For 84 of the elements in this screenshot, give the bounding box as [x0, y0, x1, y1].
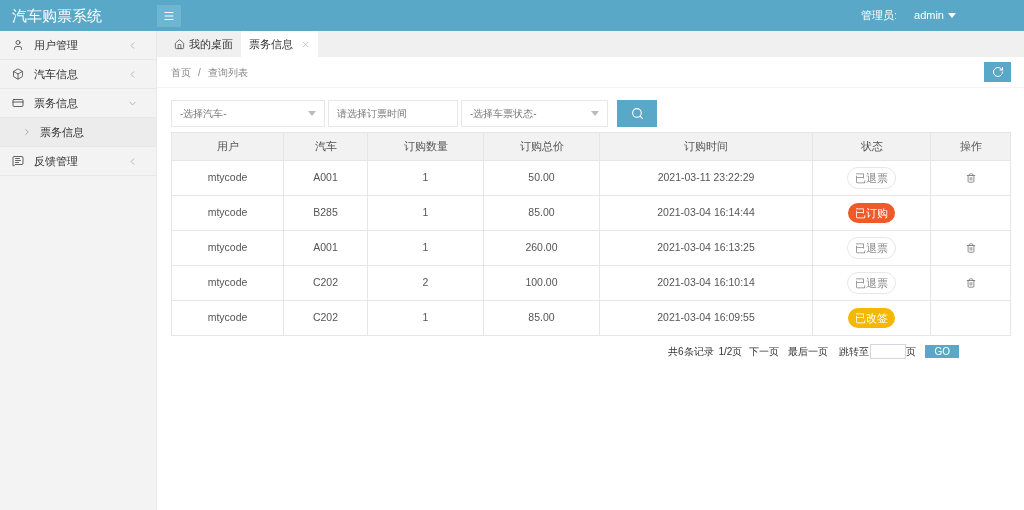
tab[interactable]: 票务信息	[241, 31, 318, 57]
user-icon	[12, 39, 24, 51]
table-cell: mtycode	[171, 300, 284, 336]
breadcrumb-text[interactable]: 首页	[171, 64, 191, 80]
table-cell: 1	[367, 230, 484, 266]
table-cell: C202	[283, 300, 368, 336]
table-cell: 2021-03-04 16:14:44	[599, 195, 813, 231]
menu-toggle-button[interactable]	[157, 4, 181, 27]
column-header: 订购时间	[599, 132, 813, 161]
close-icon[interactable]	[301, 39, 310, 49]
app-title: 汽车购票系统	[12, 6, 102, 24]
last-page-link[interactable]: 最后一页	[788, 344, 829, 359]
caret-icon	[591, 111, 599, 116]
column-header: 操作	[930, 132, 1011, 161]
sidebar-subitem[interactable]: 票务信息	[0, 118, 156, 147]
status-badge: 已改签	[848, 307, 895, 329]
page-unit: 页	[906, 345, 917, 359]
table-cell: 100.00	[483, 265, 600, 301]
status-badge: 已退票	[847, 236, 896, 260]
tab[interactable]: 我的桌面	[166, 31, 241, 57]
refresh-icon	[991, 66, 1004, 78]
column-header: 用户	[171, 132, 284, 161]
sidebar-item[interactable]: 用户管理	[0, 31, 156, 60]
next-page-link[interactable]: 下一页	[749, 344, 780, 359]
chevron-icon	[22, 127, 32, 137]
caret-icon	[948, 13, 956, 18]
table-cell: B285	[283, 195, 368, 231]
refresh-button[interactable]	[984, 62, 1011, 82]
page-indicator: 1/2页	[718, 345, 743, 359]
card-icon	[12, 97, 24, 109]
feedback-icon	[12, 155, 24, 167]
table-cell: C202	[283, 265, 368, 301]
sidebar-label: 汽车信息	[34, 66, 79, 82]
jump-label: 跳转至	[839, 345, 870, 359]
tab-label: 票务信息	[249, 36, 293, 52]
column-header: 订购总价	[483, 132, 600, 161]
table-cell: A001	[283, 160, 368, 196]
column-header: 订购数量	[367, 132, 484, 161]
breadcrumb-text: /	[198, 65, 201, 80]
sidebar-label: 用户管理	[34, 37, 79, 53]
sidebar-label: 反馈管理	[34, 153, 79, 169]
table-cell: 1	[367, 195, 484, 231]
caret-icon	[308, 111, 316, 116]
breadcrumb-text: 查询列表	[207, 65, 248, 80]
table-cell: 85.00	[483, 300, 600, 336]
cube-icon	[12, 68, 24, 80]
status-select[interactable]: -选择车票状态-	[461, 100, 608, 127]
search-button[interactable]	[617, 100, 657, 127]
table-cell: 260.00	[483, 230, 600, 266]
delete-icon[interactable]	[965, 278, 976, 289]
table-cell: 2021-03-11 23:22:29	[599, 160, 813, 196]
sidebar-item[interactable]: 反馈管理	[0, 147, 156, 176]
table-cell: 85.00	[483, 195, 600, 231]
column-header: 汽车	[283, 132, 368, 161]
delete-icon[interactable]	[965, 173, 976, 184]
table-cell: mtycode	[171, 160, 284, 196]
record-count: 共6条记录	[667, 345, 714, 359]
sidebar-label: 票务信息	[34, 95, 79, 111]
sidebar-item[interactable]: 汽车信息	[0, 60, 156, 89]
table-cell: mtycode	[171, 265, 284, 301]
status-badge: 已订购	[848, 202, 895, 224]
table-cell: 2	[367, 265, 484, 301]
status-badge: 已退票	[847, 166, 896, 190]
table-cell: 2021-03-04 16:10:14	[599, 265, 813, 301]
column-header: 状态	[812, 132, 931, 161]
page-number-field[interactable]	[870, 344, 907, 359]
table-cell: mtycode	[171, 195, 284, 231]
delete-icon[interactable]	[965, 243, 976, 254]
table-cell: 2021-03-04 16:13:25	[599, 230, 813, 266]
table-cell: 2021-03-04 16:09:55	[599, 300, 813, 336]
tab-label: 我的桌面	[189, 36, 233, 52]
menu-icon	[163, 9, 175, 22]
date-field[interactable]: 请选择订票时间	[328, 100, 458, 127]
table-cell: mtycode	[171, 230, 284, 266]
table-cell: 1	[367, 160, 484, 196]
status-badge: 已退票	[847, 271, 896, 295]
admin-label: 管理员:	[860, 8, 898, 24]
home-icon	[174, 38, 185, 50]
table-cell: 50.00	[483, 160, 600, 196]
table-cell: A001	[283, 230, 368, 266]
search-icon	[630, 107, 644, 120]
sidebar-label: 票务信息	[40, 124, 84, 140]
table-cell: 1	[367, 300, 484, 336]
car-select[interactable]: -选择汽车-	[171, 100, 325, 127]
